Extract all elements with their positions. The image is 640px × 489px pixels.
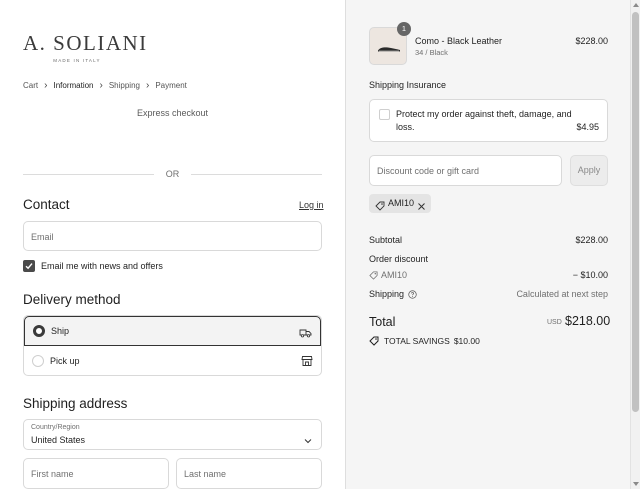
- delivery-option-ship[interactable]: Ship: [24, 316, 321, 346]
- country-value: United States: [31, 435, 86, 445]
- insurance-price: $4.95: [576, 122, 599, 132]
- ship-label: Ship: [51, 326, 70, 336]
- shoe-image: [378, 47, 400, 52]
- discount-code-input[interactable]: Discount code or gift card: [369, 155, 562, 186]
- ship-radio[interactable]: [33, 325, 45, 337]
- insurance-checkbox[interactable]: [379, 109, 390, 120]
- savings-label: TOTAL SAVINGS: [384, 336, 450, 346]
- breadcrumb-payment: Payment: [155, 81, 187, 90]
- total-currency: USD: [547, 319, 562, 326]
- shipping-label: Shipping: [369, 289, 405, 299]
- order-discount-label: Order discount: [369, 254, 429, 264]
- brand-tagline: MADE IN ITALY: [53, 58, 101, 63]
- email-field[interactable]: Email: [23, 221, 322, 251]
- savings-value: $10.00: [453, 336, 480, 346]
- breadcrumb-cart[interactable]: Cart: [23, 81, 38, 90]
- total-savings: TOTAL SAVINGS $10.00: [369, 336, 480, 346]
- chevron-right-icon: ›: [99, 79, 103, 91]
- product-name: Como - Black Leather: [415, 36, 503, 46]
- quantity-badge: 1: [397, 22, 411, 36]
- express-checkout-heading: Express checkout: [136, 108, 209, 118]
- savings-tag-icon: [369, 336, 379, 346]
- insurance-text: Protect my order against theft, damage, …: [396, 109, 572, 132]
- chevron-right-icon: ›: [44, 79, 48, 91]
- news-checkbox-label[interactable]: Email me with news and offers: [41, 261, 163, 271]
- discount-code-row: AMI10 − $10.00: [369, 270, 608, 282]
- pickup-label: Pick up: [50, 356, 80, 366]
- help-icon[interactable]: [408, 289, 417, 299]
- brand-logo[interactable]: A. SOLIANI MADE IN ITALY: [23, 31, 148, 63]
- divider-line: [23, 173, 154, 175]
- tag-icon: [375, 198, 385, 216]
- apply-discount-button[interactable]: Apply: [570, 155, 608, 186]
- scrollbar-thumb[interactable]: [632, 12, 639, 412]
- first-name-field[interactable]: First name: [23, 458, 169, 489]
- applied-discount-code: AMI10: [388, 198, 415, 208]
- product-variant: 34 / Black: [415, 48, 448, 57]
- breadcrumb-information: Information: [53, 81, 94, 90]
- discount-value: − $10.00: [572, 270, 608, 280]
- chevron-right-icon: ›: [145, 79, 150, 91]
- or-label: OR: [165, 169, 180, 179]
- truck-icon: [299, 325, 312, 343]
- country-select[interactable]: Country/Region United States: [23, 419, 322, 450]
- subtotal-value: $228.00: [575, 235, 608, 245]
- first-name-placeholder: First name: [31, 469, 74, 479]
- chevron-down-icon: [304, 431, 312, 449]
- delivery-method-group: Ship Pick up: [23, 315, 322, 376]
- contact-heading: Contact: [23, 197, 70, 212]
- checkmark-icon: [25, 263, 33, 270]
- summary-discount-code: AMI10: [381, 270, 408, 280]
- pickup-radio[interactable]: [32, 355, 44, 367]
- brand-name: A. SOLIANI: [23, 31, 148, 55]
- scroll-up-icon[interactable]: [633, 3, 639, 7]
- total-label: Total: [369, 315, 396, 329]
- shipping-label-wrap: Shipping: [369, 289, 417, 299]
- delivery-option-pickup[interactable]: Pick up: [24, 347, 321, 376]
- news-checkbox[interactable]: [23, 260, 35, 272]
- breadcrumb-shipping: Shipping: [108, 81, 140, 90]
- order-discount-row: Order discount: [369, 254, 608, 264]
- breadcrumb: Cart › Information › Shipping › Payment: [23, 79, 187, 91]
- scrollbar[interactable]: [630, 0, 640, 489]
- store-icon: [301, 354, 313, 372]
- discount-placeholder: Discount code or gift card: [377, 166, 480, 176]
- insurance-option[interactable]: Protect my order against theft, damage, …: [369, 99, 608, 142]
- email-placeholder: Email: [31, 232, 54, 242]
- product-price: $228.00: [575, 36, 608, 46]
- tag-icon: [369, 270, 378, 280]
- scroll-down-icon[interactable]: [633, 482, 639, 486]
- shipping-address-heading: Shipping address: [23, 396, 128, 411]
- remove-discount-icon[interactable]: [417, 198, 426, 216]
- or-divider: OR: [23, 168, 322, 180]
- login-link[interactable]: Log in: [299, 200, 324, 210]
- shipping-value: Calculated at next step: [516, 289, 608, 299]
- total-value: $218.00: [565, 314, 611, 328]
- shipping-row: Shipping Calculated at next step: [369, 289, 608, 299]
- subtotal-label: Subtotal: [369, 235, 403, 245]
- delivery-method-heading: Delivery method: [23, 292, 121, 307]
- discount-code-wrap: AMI10: [369, 270, 407, 280]
- applied-discount-tag: AMI10: [369, 194, 431, 213]
- insurance-title: Shipping Insurance: [369, 80, 447, 90]
- country-label: Country/Region: [31, 424, 80, 431]
- subtotal-row: Subtotal $228.00: [369, 235, 608, 245]
- last-name-placeholder: Last name: [184, 469, 227, 479]
- checkout-main: A. SOLIANI MADE IN ITALY Cart › Informat…: [0, 0, 345, 489]
- last-name-field[interactable]: Last name: [176, 458, 322, 489]
- divider-line: [191, 173, 322, 175]
